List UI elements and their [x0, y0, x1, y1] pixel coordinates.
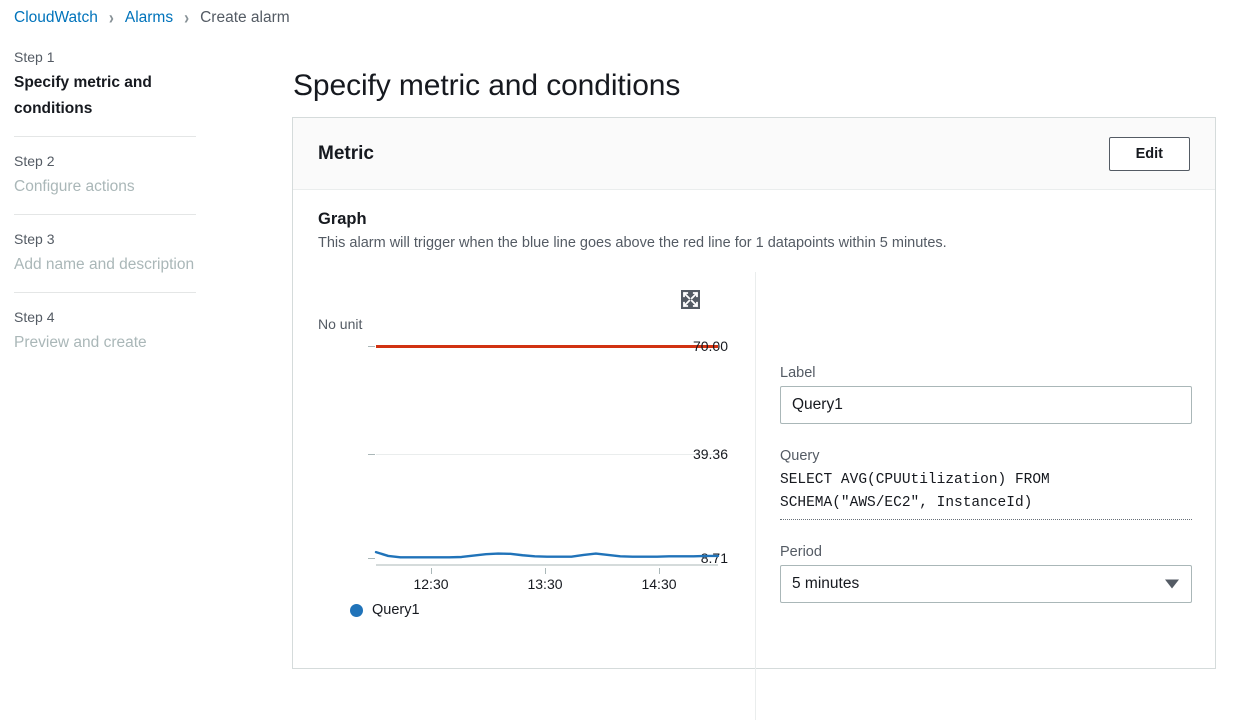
step-title: Configure actions	[14, 178, 135, 195]
step-title: Preview and create	[14, 334, 147, 351]
chevron-down-icon	[1165, 579, 1179, 589]
chart-unit-label: No unit	[318, 316, 363, 332]
graph-description: This alarm will trigger when the blue li…	[318, 235, 947, 251]
expand-icon[interactable]	[681, 290, 700, 309]
step-divider	[14, 292, 196, 293]
metric-settings-form: Label Query SELECT AVG(CPUUtilization) F…	[780, 365, 1192, 603]
step-item-2[interactable]: Step 2 Configure actions	[14, 151, 196, 214]
series-line-query1	[374, 550, 720, 559]
step-number: Step 1	[14, 49, 55, 65]
chart-legend-item-query1[interactable]: Query1	[350, 602, 420, 618]
step-divider	[14, 136, 196, 137]
period-selected-value: 5 minutes	[792, 575, 860, 592]
breadcrumb: CloudWatch › Alarms › Create alarm	[14, 6, 290, 30]
label-input[interactable]	[780, 386, 1192, 424]
step-title: Specify metric and conditions	[14, 74, 152, 117]
xtick-label-1230: 12:30	[413, 576, 449, 592]
step-number: Step 4	[14, 309, 55, 325]
metric-card-body: Graph This alarm will trigger when the b…	[293, 190, 1215, 720]
label-field-label: Label	[780, 365, 816, 381]
period-field-label: Period	[780, 544, 822, 560]
graph-header: Graph This alarm will trigger when the b…	[318, 210, 1018, 253]
step-number: Step 2	[14, 153, 55, 169]
graph-section-title: Graph	[318, 210, 367, 228]
query-field-label: Query	[780, 448, 820, 464]
ytick-dash	[368, 454, 375, 455]
query-text[interactable]: SELECT AVG(CPUUtilization) FROM SCHEMA("…	[780, 469, 1192, 520]
step-divider	[14, 214, 196, 215]
xtick-mark	[545, 568, 546, 574]
legend-color-swatch	[350, 603, 363, 617]
breadcrumb-separator-icon: ›	[108, 7, 114, 29]
ytick-dash	[368, 558, 375, 559]
breadcrumb-item-cloudwatch[interactable]: CloudWatch	[14, 9, 98, 27]
breadcrumb-item-create-alarm: Create alarm	[200, 9, 290, 26]
breadcrumb-item-alarms[interactable]: Alarms	[125, 9, 173, 27]
step-item-3[interactable]: Step 3 Add name and description	[14, 229, 196, 292]
step-number: Step 3	[14, 231, 55, 247]
metric-card: Metric Edit Graph This alarm will trigge…	[292, 117, 1216, 720]
xtick-label-1330: 13:30	[527, 576, 563, 592]
panel-divider	[755, 272, 756, 720]
step-item-4[interactable]: Step 4 Preview and create	[14, 307, 196, 370]
legend-label: Query1	[372, 602, 420, 618]
step-title: Add name and description	[14, 256, 195, 273]
step-navigation: Step 1 Specify metric and conditions Ste…	[14, 47, 196, 370]
alarm-preview-chart: No unit 70.00 39.36 8.71 12:30 13:30 14:…	[318, 290, 728, 620]
chart-plot-area: 70.00 39.36 8.71	[318, 336, 728, 566]
metric-card-header: Metric Edit	[293, 118, 1215, 190]
xtick-mark	[659, 568, 660, 574]
breadcrumb-separator-icon: ›	[184, 7, 190, 29]
metric-card-title: Metric	[318, 142, 374, 164]
xtick-label-1430: 14:30	[641, 576, 677, 592]
edit-button[interactable]: Edit	[1108, 136, 1190, 171]
page-title: Specify metric and conditions	[293, 69, 681, 103]
xtick-mark	[431, 568, 432, 574]
chart-x-axis: 12:30 13:30 14:30	[318, 568, 728, 594]
cloudwatch-create-alarm-page: CloudWatch › Alarms › Create alarm Step …	[0, 0, 1235, 720]
period-select[interactable]: 5 minutes	[780, 565, 1192, 603]
step-item-1[interactable]: Step 1 Specify metric and conditions	[14, 47, 196, 136]
ytick-dash	[368, 346, 375, 347]
